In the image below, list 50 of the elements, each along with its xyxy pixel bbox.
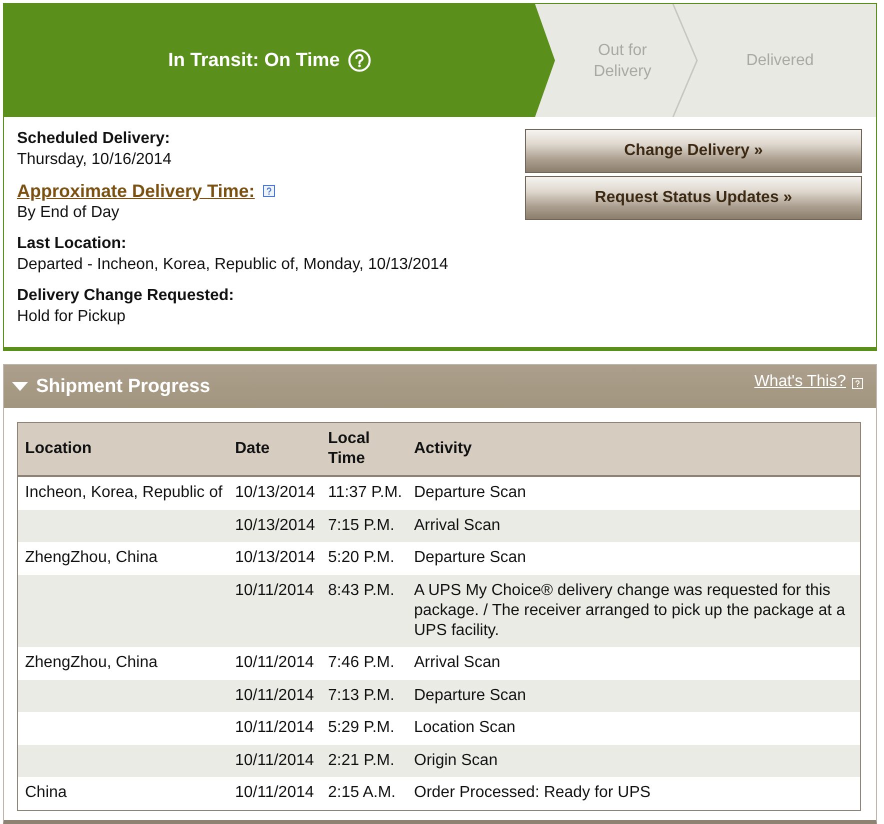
table-cell: 10/11/2014 [235,582,314,598]
table-cell: Departure Scan [414,686,526,704]
table-cell: 10/11/2014 [235,686,314,704]
table-cell: China [25,784,67,801]
table-cell: Arrival Scan [414,654,500,671]
table-cell: 5:29 P.M. [328,719,394,736]
table-cell: 7:15 P.M. [328,516,394,534]
table-cell: 10/11/2014 [235,784,314,801]
table-cell: 11:37 P.M. [328,484,402,501]
detail-value: Departed - Incheon, Korea, Republic of, Monday, 10/13/2014 [17,255,448,275]
table-cell: 10/11/2014 [235,719,314,736]
column-header: Date [235,440,270,457]
table-cell: 7:13 P.M. [328,686,394,704]
table-cell: 8:43 P.M. [328,582,394,598]
detail-label: Scheduled Delivery: [17,129,170,149]
help-icon[interactable] [262,185,275,197]
delivery-time-link[interactable]: Approximate Delivery Time: [17,180,255,202]
table-cell: Incheon, Korea, Republic of [25,484,222,501]
table-cell: 10/13/2014 [235,484,316,501]
column-header: Location [25,440,92,457]
detail-value: Hold for Pickup [17,307,126,327]
column-header: Activity [414,440,472,457]
table-cell: ZhengZhou, China [25,549,158,566]
table-cell: A UPS My Choice® delivery change was requested for this package. / The receiver arranged to pick up the package at a UPS facility. [414,582,846,638]
table-cell: Arrival Scan [414,516,500,534]
table-cell: 10/13/2014 [235,549,316,566]
column-header: Local Time [328,430,370,467]
step-label: In Transit: On Time [168,50,340,72]
table-cell: 10/11/2014 [235,752,314,768]
table-cell: Departure Scan [414,484,526,501]
table-cell: Departure Scan [414,549,526,566]
table-cell: 2:21 P.M. [328,752,394,768]
table-cell: Order Processed: Ready for UPS [414,784,651,801]
table-cell: 7:46 P.M. [328,654,394,671]
detail-label: Last Location: [17,234,126,254]
action-button[interactable]: Request Status Updates » [525,176,862,220]
detail-value: Thursday, 10/16/2014 [17,150,172,170]
step-label: Delivered [746,51,814,71]
table-cell: Origin Scan [414,752,498,768]
table-cell: ZhengZhou, China [25,654,158,671]
table-cell: Location Scan [414,719,516,736]
table-cell: 10/13/2014 [235,516,316,534]
table-cell: 2:15 A.M. [328,784,396,801]
table-cell: 5:20 P.M. [328,549,394,566]
caret-icon[interactable] [12,382,28,391]
detail-label: Delivery Change Requested: [17,286,234,306]
step-label: Out for Delivery [592,40,652,82]
table-cell: 10/11/2014 [235,654,314,671]
action-button[interactable]: Change Delivery » [525,129,862,173]
detail-value: By End of Day [17,203,120,223]
